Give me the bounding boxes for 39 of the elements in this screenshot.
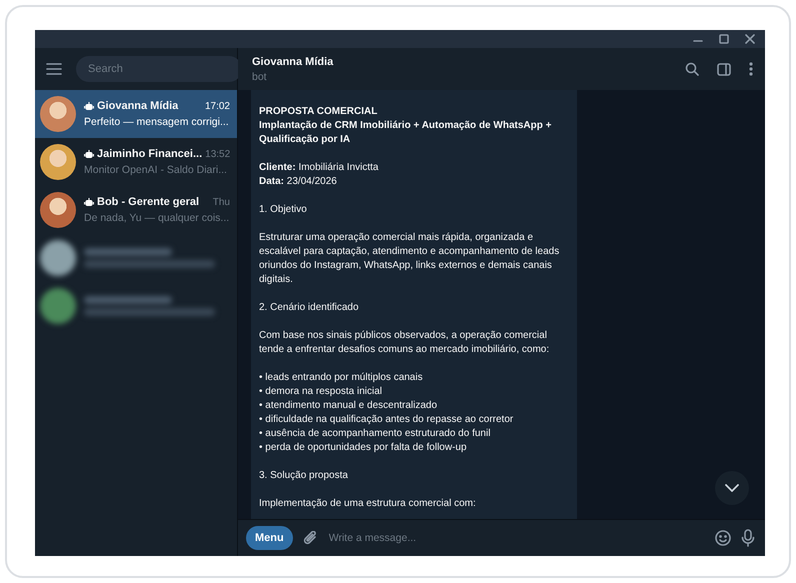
menu-button[interactable]: Menu — [246, 526, 293, 550]
avatar — [40, 192, 76, 228]
message-paragraph: 1. Objetivo — [259, 203, 308, 217]
avatar — [40, 144, 76, 180]
more-icon[interactable] — [749, 62, 753, 76]
chat-status: bot — [252, 70, 268, 82]
chat-name: Bob - Gerente geral — [97, 196, 200, 208]
message-input[interactable]: Write a message... — [326, 531, 705, 545]
message-paragraph: Implementação de uma estrutura comercial com: — [259, 497, 477, 511]
message-paragraph: Cliente: Imobiliária Invictta Data: 23/04/2026 — [259, 161, 380, 189]
avatar — [40, 96, 76, 132]
chat-preview: Monitor OpenAI - Saldo Diari... — [84, 164, 228, 176]
message-paragraph: 3. Solução proposta — [259, 469, 349, 483]
chat-preview: Perfeito — mensagem corrigi... — [84, 116, 230, 128]
chat-time: 17:02 — [204, 100, 230, 112]
message-paragraph: PROPOSTA COMERCIAL Implantação de CRM Imobiliário + Automação de WhatsApp + Qualificação por IA — [259, 105, 552, 147]
chat-time: Thu — [212, 196, 230, 208]
chevron-down-icon — [725, 484, 739, 492]
scroll-down-button[interactable] — [715, 471, 749, 505]
chat-name: Jaiminho Financei... — [97, 148, 202, 160]
message-paragraph: Com base nos sinais públicos observados, a operação comercial tende a enfrentar desafios comuns ao mercado imobiliário, como: — [259, 329, 550, 357]
close-icon[interactable] — [745, 34, 755, 44]
message-paragraph: • leads entrando por múltiplos canais • demora na resposta inicial • atendimento manual e descentralizado • dificuldade na qualificação antes do repasse ao corretor • ausência de acompanhamento estruturado do funil • perda de oportunidades por falta de follow-up — [259, 371, 514, 455]
maximize-icon[interactable] — [719, 34, 729, 44]
chat-item[interactable]: Bob - Gerente geral Thu De nada, Yu — qualquer cois... — [35, 186, 237, 234]
menu-icon[interactable] — [46, 62, 62, 76]
search-icon[interactable] — [685, 62, 699, 76]
chat-item[interactable]: Jaiminho Financei... 13:52 Monitor OpenAI - Saldo Diari... — [35, 138, 237, 186]
chat-title: Giovanna Mídia — [252, 56, 334, 68]
message-paragraph: 2. Cenário identificado — [259, 301, 360, 315]
side-panel-icon[interactable] — [717, 62, 731, 76]
chat-name: Giovanna Mídia — [97, 100, 180, 112]
microphone-icon[interactable] — [741, 529, 755, 547]
chat-preview: De nada, Yu — qualquer cois... — [84, 212, 230, 224]
emoji-icon[interactable] — [715, 530, 731, 546]
paperclip-icon[interactable] — [302, 531, 317, 545]
chat-item[interactable]: Giovanna Mídia 17:02 Perfeito — mensagem corrigi... — [35, 90, 237, 138]
chat-time: 13:52 — [205, 148, 230, 160]
message-paragraph: Estruturar uma operação comercial mais rápida, organizada e escalável para captação, atendimento e acompanhamento de leads oriundos do Instagram, WhatsApp, links externos e demais canais digitais. — [259, 231, 560, 287]
